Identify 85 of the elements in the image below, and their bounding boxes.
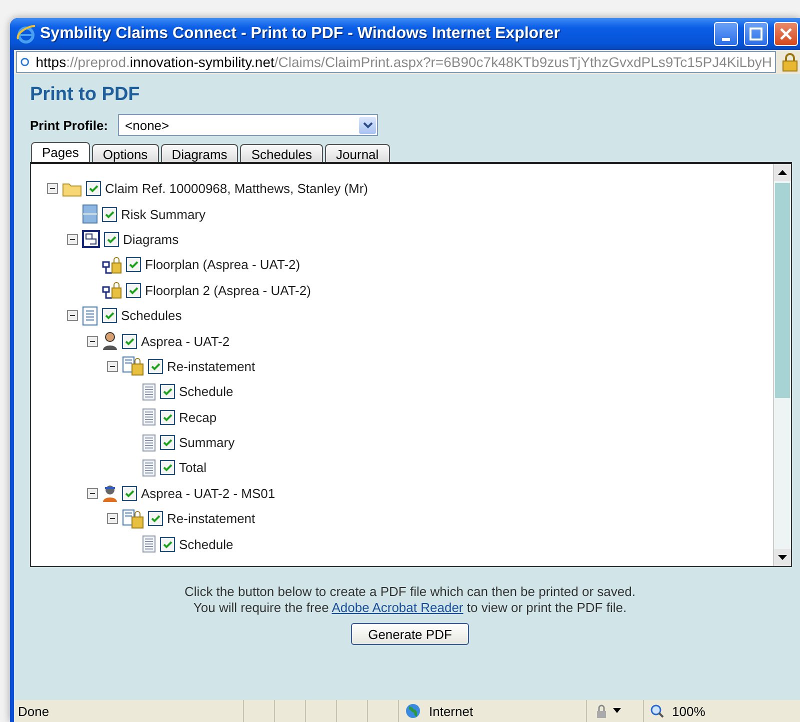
document-icon xyxy=(82,204,98,224)
checkbox[interactable] xyxy=(148,358,163,374)
checkbox[interactable] xyxy=(102,308,117,324)
worker-icon xyxy=(102,483,118,504)
close-button[interactable] xyxy=(774,22,798,46)
maximize-icon xyxy=(749,27,763,41)
checkbox[interactable] xyxy=(160,410,175,425)
checkbox[interactable] xyxy=(126,257,141,272)
page-icon xyxy=(142,382,156,401)
scrollbar[interactable] xyxy=(773,164,791,566)
tree-item-label[interactable]: Schedule xyxy=(179,384,234,400)
tree-item-label[interactable]: Asprea - UAT-2 - MS01 xyxy=(141,486,276,501)
tree-item-label[interactable]: Total xyxy=(179,460,206,476)
collapse-icon[interactable] xyxy=(107,360,118,372)
tree-item-label[interactable]: Schedules xyxy=(121,308,182,324)
person-icon xyxy=(102,331,118,352)
collapse-icon[interactable] xyxy=(47,183,58,194)
minimize-icon xyxy=(722,38,730,40)
page-icon xyxy=(142,434,156,452)
checkbox[interactable] xyxy=(122,486,137,501)
minimize-button[interactable] xyxy=(714,22,738,46)
collapse-icon[interactable] xyxy=(107,513,118,524)
page-heading: Print to PDF xyxy=(30,84,141,106)
profile-select[interactable]: <none> xyxy=(118,114,378,136)
collapse-icon[interactable] xyxy=(87,488,98,499)
close-icon xyxy=(779,27,793,41)
zoom-icon xyxy=(650,704,664,718)
tab[interactable]: Journal xyxy=(325,144,390,162)
address-field[interactable]: https://preprod.innovation-symbility.net/Claims/ClaimPrint.aspx?r=6B90c7k48KTb9zusTjYthzGvxdPLs9Tc15PJ4KiLbyH xyxy=(16,51,776,73)
page-logo-icon xyxy=(20,55,30,69)
status-text: Done xyxy=(17,704,50,718)
tree-item-label[interactable]: Re-instatement xyxy=(167,511,256,526)
floorplan-icon xyxy=(82,230,100,248)
floorplan-lock-icon xyxy=(102,256,122,274)
tree-item-label[interactable]: Risk Summary xyxy=(121,206,206,222)
generate-pdf-button[interactable]: Generate PDF xyxy=(351,623,469,645)
checkbox[interactable] xyxy=(122,334,137,349)
checkbox[interactable] xyxy=(104,232,119,247)
scroll-down-icon[interactable] xyxy=(774,549,791,566)
checkbox[interactable] xyxy=(160,460,175,476)
floorplan-lock-icon xyxy=(102,281,122,300)
tab[interactable]: Schedules xyxy=(240,144,324,162)
instruction-text: You will require the free Adobe Acrobat Reader to view or print the PDF file. xyxy=(193,600,627,616)
tree-item-label[interactable]: Floorplan 2 (Asprea - UAT-2) xyxy=(145,282,311,298)
document-lock-icon xyxy=(122,356,144,376)
checkbox[interactable] xyxy=(86,181,101,196)
zone-text: Internet xyxy=(428,704,474,718)
tree-item-label[interactable]: Summary xyxy=(179,435,235,450)
tree-item-label[interactable]: Floorplan (Asprea - UAT-2) xyxy=(145,257,300,272)
instruction-text: Click the button below to create a PDF file which can then be printed or saved. xyxy=(184,584,636,600)
padlock-icon xyxy=(780,52,800,72)
tree-item-label[interactable]: Asprea - UAT-2 xyxy=(141,334,230,349)
window-title: Symbility Claims Connect - Print to PDF - Windows Internet Explorer xyxy=(40,25,561,43)
tab[interactable]: Pages xyxy=(31,142,90,162)
tree-item-label[interactable]: Diagrams xyxy=(123,232,179,247)
checkbox[interactable] xyxy=(160,384,175,400)
scroll-up-icon[interactable] xyxy=(774,164,791,181)
field-label: Print Profile: xyxy=(30,118,108,132)
checkbox[interactable] xyxy=(102,206,117,222)
acrobat-reader-link[interactable]: Adobe Acrobat Reader xyxy=(332,600,464,615)
collapse-icon[interactable] xyxy=(67,310,78,322)
maximize-button[interactable] xyxy=(744,22,768,46)
dropdown-caret-icon xyxy=(359,116,376,134)
collapse-icon[interactable] xyxy=(87,336,98,347)
browser-logo-icon xyxy=(16,24,36,44)
document-lock-icon xyxy=(122,508,144,529)
checkbox[interactable] xyxy=(160,435,175,450)
checkbox[interactable] xyxy=(126,282,141,298)
tree-item-label[interactable]: Recap xyxy=(179,410,217,425)
checkbox[interactable] xyxy=(160,536,175,552)
caret-icon[interactable] xyxy=(613,708,621,714)
checkbox[interactable] xyxy=(148,511,163,526)
tab[interactable]: Diagrams xyxy=(160,144,238,162)
folder-icon xyxy=(62,180,82,197)
page-icon xyxy=(142,535,156,554)
collapse-icon[interactable] xyxy=(67,234,78,245)
tree-item-label[interactable]: Schedule xyxy=(179,536,234,552)
document-icon xyxy=(82,306,98,326)
page-icon xyxy=(142,458,156,477)
globe-icon xyxy=(405,703,421,719)
tree-item-label[interactable]: Claim Ref. 10000968, Matthews, Stanley (Mr) xyxy=(105,181,368,196)
page-icon xyxy=(142,408,156,426)
zoom-level[interactable]: 100% xyxy=(668,704,706,718)
tab[interactable]: Options xyxy=(92,144,159,162)
tree-item-label[interactable]: Re-instatement xyxy=(167,358,256,374)
